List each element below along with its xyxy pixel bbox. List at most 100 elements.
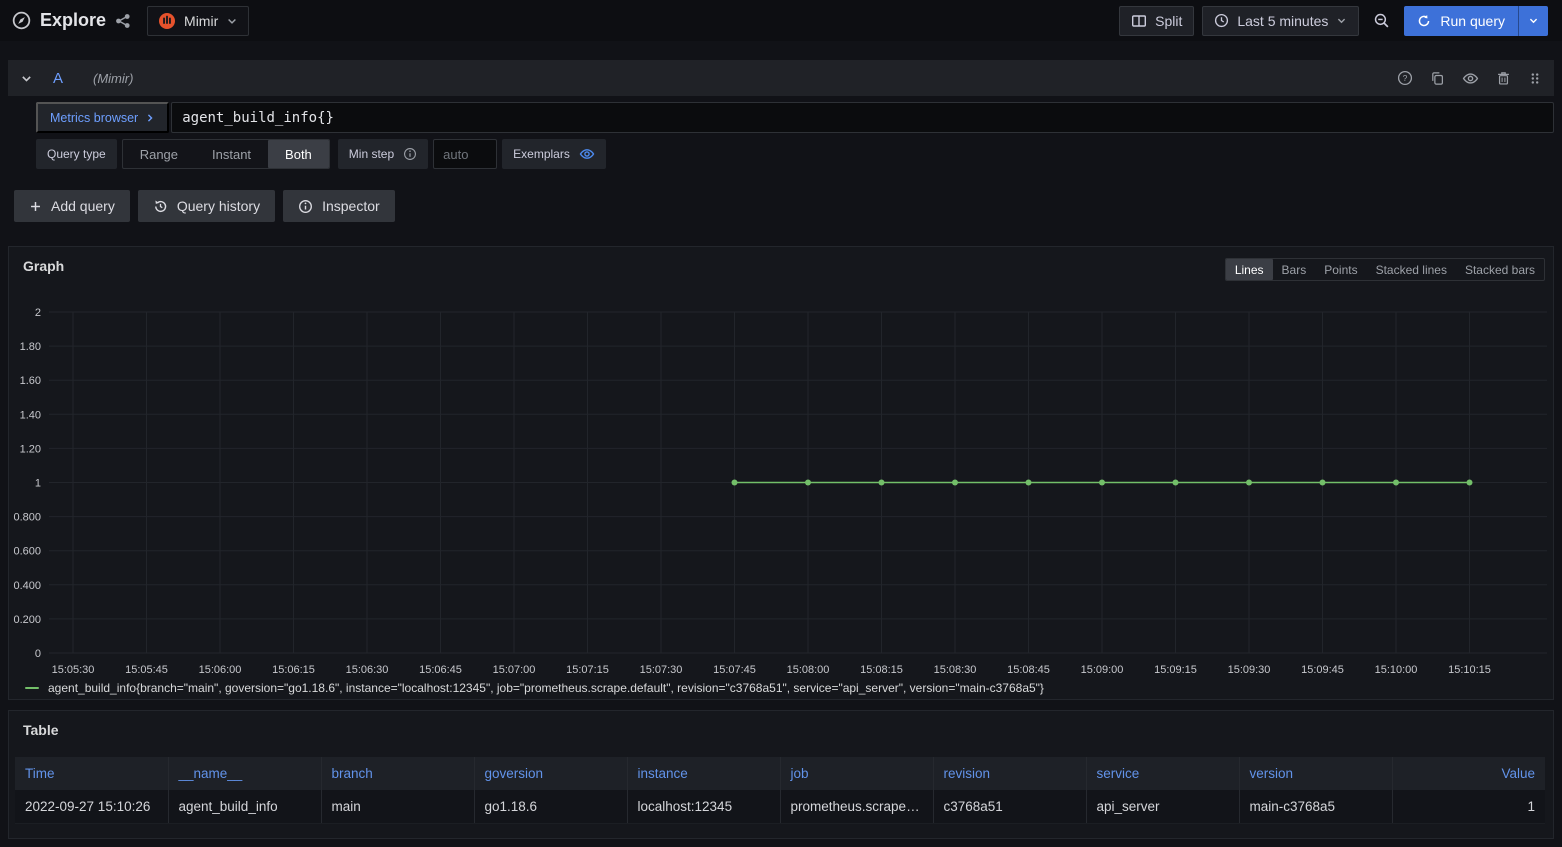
page-title: Explore xyxy=(40,10,106,31)
query-type-radio-group: Range Instant Both xyxy=(122,139,330,169)
query-history-button[interactable]: Query history xyxy=(138,190,275,222)
add-query-label: Add query xyxy=(51,198,115,214)
svg-text:1.60: 1.60 xyxy=(20,375,41,387)
datasource-name: Mimir xyxy=(184,13,218,29)
svg-text:15:07:45: 15:07:45 xyxy=(713,664,756,676)
share-icon[interactable] xyxy=(115,13,131,29)
drag-handle-icon[interactable] xyxy=(1528,71,1542,86)
collapse-chevron-icon[interactable] xyxy=(20,72,33,85)
svg-text:0.800: 0.800 xyxy=(13,512,41,524)
svg-text:15:10:15: 15:10:15 xyxy=(1448,664,1491,676)
split-button[interactable]: Split xyxy=(1119,6,1194,36)
graph-style-stacked-lines[interactable]: Stacked lines xyxy=(1367,259,1456,280)
cell-value: 1 xyxy=(1392,790,1545,823)
column-header-revision[interactable]: revision xyxy=(933,757,1086,790)
graph-plot[interactable]: 00.2000.4000.6000.80011.201.401.601.8021… xyxy=(9,305,1555,689)
query-type-both[interactable]: Both xyxy=(268,140,329,168)
cell-revision: c3768a51 xyxy=(933,790,1086,823)
svg-text:15:05:30: 15:05:30 xyxy=(52,664,95,676)
cell-instance: localhost:12345 xyxy=(627,790,780,823)
chevron-down-icon xyxy=(1528,15,1539,26)
query-options-row: Query type Range Instant Both Min step E… xyxy=(36,139,1554,169)
svg-text:15:09:30: 15:09:30 xyxy=(1228,664,1271,676)
graph-style-points[interactable]: Points xyxy=(1315,259,1366,280)
column-header-goversion[interactable]: goversion xyxy=(474,757,627,790)
duplicate-query-icon[interactable] xyxy=(1430,71,1445,86)
toolbar-actions: Split Last 5 minutes Run query xyxy=(1119,6,1548,36)
run-query-button[interactable]: Run query xyxy=(1404,6,1548,36)
graph-style-lines[interactable]: Lines xyxy=(1226,259,1273,280)
inspector-label: Inspector xyxy=(322,198,380,214)
promql-expression-input[interactable] xyxy=(171,102,1554,133)
column-header-name[interactable]: __name__ xyxy=(168,757,321,790)
add-query-button[interactable]: Add query xyxy=(14,190,130,222)
split-label: Split xyxy=(1155,13,1182,29)
svg-text:1.80: 1.80 xyxy=(20,341,41,353)
svg-text:15:09:15: 15:09:15 xyxy=(1154,664,1197,676)
query-type-label: Query type xyxy=(36,139,117,169)
column-header-job[interactable]: job xyxy=(780,757,933,790)
svg-text:15:06:45: 15:06:45 xyxy=(419,664,462,676)
svg-text:1: 1 xyxy=(35,478,41,490)
legend-item[interactable]: agent_build_info{branch="main", goversio… xyxy=(25,681,1044,695)
help-icon[interactable]: ? xyxy=(1397,70,1413,86)
zoom-out-button[interactable] xyxy=(1367,6,1396,36)
column-header-instance[interactable]: instance xyxy=(627,757,780,790)
run-query-caret[interactable] xyxy=(1518,6,1548,36)
exemplars-eye-icon[interactable] xyxy=(579,146,595,162)
query-actions-row: Add query Query history Inspector xyxy=(14,190,1554,222)
svg-text:15:07:15: 15:07:15 xyxy=(566,664,609,676)
cell-time: 2022-09-27 15:10:26 xyxy=(15,790,168,823)
svg-text:15:07:30: 15:07:30 xyxy=(640,664,683,676)
table-row: 2022-09-27 15:10:26 agent_build_info mai… xyxy=(15,790,1545,823)
zoom-out-icon xyxy=(1373,12,1390,29)
explore-compass-icon xyxy=(12,11,31,30)
svg-text:1.40: 1.40 xyxy=(20,409,41,421)
inspector-button[interactable]: Inspector xyxy=(283,190,395,222)
query-ref-id[interactable]: A xyxy=(53,70,63,87)
svg-text:0: 0 xyxy=(35,648,41,660)
grafana-explore-page: { "topbar": { "title": "Explore", "datas… xyxy=(0,0,1562,847)
graph-style-stacked-bars[interactable]: Stacked bars xyxy=(1456,259,1544,280)
column-header-version[interactable]: version xyxy=(1239,757,1392,790)
query-row-header[interactable]: A (Mimir) ? xyxy=(8,60,1554,96)
chevron-down-icon xyxy=(1336,15,1347,26)
cell-branch: main xyxy=(321,790,474,823)
run-query-label: Run query xyxy=(1440,13,1505,29)
svg-text:?: ? xyxy=(1403,73,1408,83)
column-header-service[interactable]: service xyxy=(1086,757,1239,790)
remove-query-trash-icon[interactable] xyxy=(1496,71,1511,86)
legend-series-label: agent_build_info{branch="main", goversio… xyxy=(48,681,1044,695)
explore-toolbar: Explore Mimir Split Last 5 minutes Run q… xyxy=(0,0,1562,41)
exemplars-toggle-box: Exemplars xyxy=(502,139,606,169)
min-step-input[interactable] xyxy=(433,139,497,169)
history-icon xyxy=(153,199,168,214)
column-header-time[interactable]: Time xyxy=(15,757,168,790)
column-header-branch[interactable]: branch xyxy=(321,757,474,790)
time-range-label: Last 5 minutes xyxy=(1237,13,1328,29)
svg-text:0.200: 0.200 xyxy=(13,614,41,626)
min-step-label: Min step xyxy=(349,147,394,161)
svg-text:15:07:00: 15:07:00 xyxy=(493,664,536,676)
graph-style-bars[interactable]: Bars xyxy=(1273,259,1316,280)
svg-text:15:06:15: 15:06:15 xyxy=(272,664,315,676)
query-history-label: Query history xyxy=(177,198,260,214)
hide-response-eye-icon[interactable] xyxy=(1462,70,1479,87)
svg-text:15:09:00: 15:09:00 xyxy=(1081,664,1124,676)
metrics-browser-button[interactable]: Metrics browser xyxy=(36,102,169,133)
graph-style-toggle: Lines Bars Points Stacked lines Stacked … xyxy=(1225,258,1545,281)
query-type-range[interactable]: Range xyxy=(123,140,195,168)
svg-text:15:08:15: 15:08:15 xyxy=(860,664,903,676)
svg-text:15:06:00: 15:06:00 xyxy=(199,664,242,676)
results-table: Time __name__ branch goversion instance … xyxy=(15,757,1545,824)
query-row-actions: ? xyxy=(1397,70,1542,87)
table-panel: Table Time __name__ branch goversion ins… xyxy=(8,710,1554,839)
column-header-value[interactable]: Value xyxy=(1392,757,1545,790)
query-type-instant[interactable]: Instant xyxy=(195,140,268,168)
svg-text:0.600: 0.600 xyxy=(13,546,41,558)
metrics-browser-label: Metrics browser xyxy=(50,111,138,125)
time-range-picker[interactable]: Last 5 minutes xyxy=(1202,6,1359,36)
cell-goversion: go1.18.6 xyxy=(474,790,627,823)
cell-job: prometheus.scrape.… xyxy=(780,790,933,823)
datasource-picker[interactable]: Mimir xyxy=(147,6,249,36)
